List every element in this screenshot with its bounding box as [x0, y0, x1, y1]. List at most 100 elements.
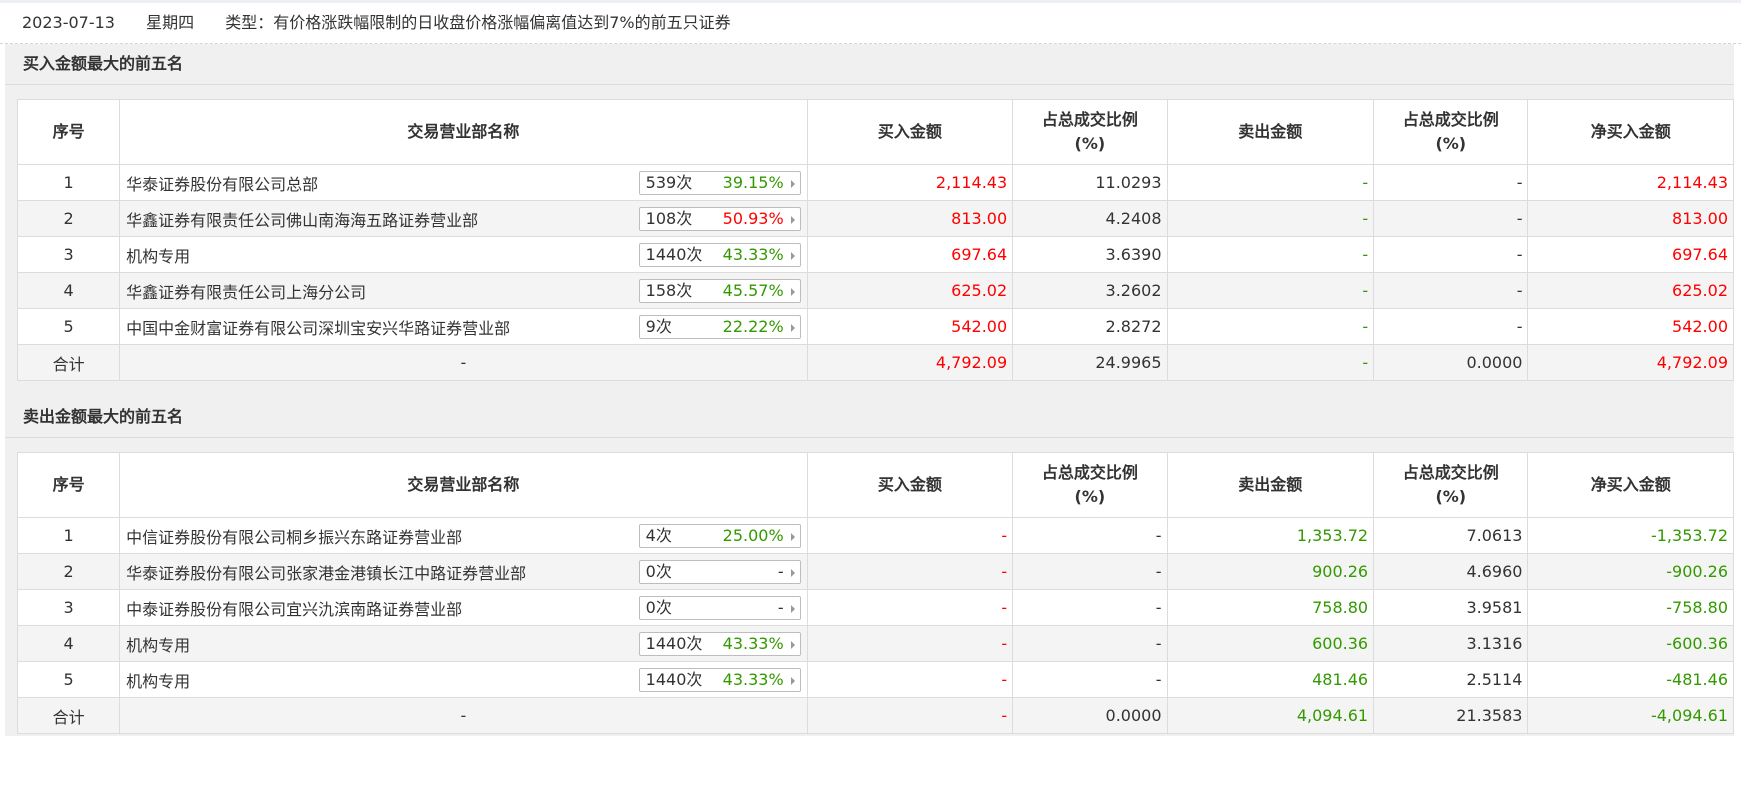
sell-amount: -	[1166, 164, 1375, 201]
dept-name-link[interactable]: 华泰证券股份有限公司总部	[126, 175, 318, 194]
rank-cell: 4	[16, 272, 121, 309]
list-count: 0次	[645, 562, 672, 581]
dept-name-link[interactable]: 华鑫证券有限责任公司佛山南海海五路证券营业部	[126, 211, 478, 230]
rise-probability: 39.15%	[722, 173, 784, 192]
sell-amount: 481.46	[1166, 661, 1375, 698]
rank-cell: 5	[16, 308, 121, 345]
rise-probability: 43.33%	[722, 670, 784, 689]
buy-ratio: 4.2408	[1012, 200, 1168, 237]
list-count: 1440次	[645, 634, 703, 653]
dept-stats-dropdown[interactable]: 1440次 43.33%	[638, 668, 801, 692]
sell-ratio: 2.5114	[1373, 661, 1529, 698]
total-sell-ratio: 21.3583	[1373, 697, 1529, 734]
dept-name-link[interactable]: 中泰证券股份有限公司宜兴氿滨南路证券营业部	[126, 600, 462, 619]
col-net: 净买入金额	[1527, 452, 1734, 518]
col-sell: 卖出金额	[1166, 452, 1375, 518]
buy-ratio: -	[1012, 517, 1168, 554]
rank-cell: 4	[16, 625, 121, 662]
net-amount: 542.00	[1527, 308, 1734, 345]
caret-right-icon	[790, 180, 795, 188]
net-amount: -481.46	[1527, 661, 1734, 698]
table-row: 1 中信证券股份有限公司桐乡振兴东路证券营业部 4次 25.00% - -1,353.72…	[16, 517, 1734, 554]
rank-cell: 3	[16, 236, 121, 273]
dept-stats-dropdown[interactable]: 4次 25.00%	[638, 524, 801, 548]
dept-name-link[interactable]: 中国中金财富证券有限公司深圳宝安兴华路证券营业部	[126, 319, 510, 338]
table-header-row: 序号 交易营业部名称 买入金额 占总成交比例 (%) 卖出金额 占总成交比例 (%)…	[16, 99, 1734, 165]
caret-right-icon	[790, 533, 795, 541]
caret-right-icon	[790, 288, 795, 296]
dept-name-link[interactable]: 机构专用	[126, 672, 190, 691]
sell-ratio: -	[1373, 236, 1529, 273]
dept-cell: 华泰证券股份有限公司总部 539次 39.15%	[119, 164, 808, 201]
total-net-amount: -4,094.61	[1527, 697, 1734, 734]
dept-name-link[interactable]: 机构专用	[126, 247, 190, 266]
net-amount: 697.64	[1527, 236, 1734, 273]
dept-stats-dropdown[interactable]: 1440次 43.33%	[638, 243, 801, 267]
sell-ratio: 3.9581	[1373, 589, 1529, 626]
list-count: 158次	[645, 281, 693, 300]
list-count: 9次	[645, 317, 672, 336]
dept-stats-dropdown[interactable]: 539次 39.15%	[638, 171, 801, 195]
net-amount: 813.00	[1527, 200, 1734, 237]
list-count: 1440次	[645, 245, 703, 264]
buy-amount: -	[806, 661, 1014, 698]
dept-cell: 华鑫证券有限责任公司佛山南海海五路证券营业部 108次 50.93%	[119, 200, 808, 237]
dept-name-link[interactable]: 华泰证券股份有限公司张家港金港镇长江中路证券营业部	[126, 564, 526, 583]
buy-amount: 813.00	[806, 200, 1014, 237]
sell-section-title: 卖出金额最大的前五名	[5, 397, 1734, 438]
dept-cell: 机构专用 1440次 43.33%	[119, 625, 808, 662]
sell-amount: -	[1166, 200, 1375, 237]
buy-amount: -	[806, 517, 1014, 554]
dept-stats-dropdown[interactable]: 108次 50.93%	[638, 207, 801, 231]
dept-stats-dropdown[interactable]: 0次 -	[638, 560, 801, 584]
col-rank: 序号	[16, 452, 121, 518]
total-row: 合计 - -0.0000 4,094.61 21.3583 -4,094.61	[16, 697, 1734, 734]
caret-right-icon	[790, 605, 795, 613]
trade-weekday: 星期四	[146, 13, 195, 32]
dept-stats-dropdown[interactable]: 0次 -	[638, 596, 801, 620]
dept-cell: 中泰证券股份有限公司宜兴氿滨南路证券营业部 0次 -	[119, 589, 808, 626]
total-buy-amount: 4,792.09	[806, 344, 1014, 381]
dept-cell: 华鑫证券有限责任公司上海分公司 158次 45.57%	[119, 272, 808, 309]
rank-cell: 1	[16, 517, 121, 554]
rise-probability: 43.33%	[722, 245, 784, 264]
col-dept: 交易营业部名称	[119, 452, 808, 518]
buy-ratio: 3.2602	[1012, 272, 1168, 309]
col-buy-pct: 占总成交比例 (%)	[1012, 99, 1168, 165]
table-row: 3 机构专用 1440次 43.33% 697.64 3.6390- -697.64	[16, 236, 1734, 273]
table-row: 5 机构专用 1440次 43.33% - -481.46 2.5114 -481.46	[16, 661, 1734, 698]
buy-ratio: -	[1012, 553, 1168, 590]
sell-ratio: -	[1373, 308, 1529, 345]
table-row: 4 华鑫证券有限责任公司上海分公司 158次 45.57% 625.02 3.2602- -…	[16, 272, 1734, 309]
total-net-amount: 4,792.09	[1527, 344, 1734, 381]
col-sell: 卖出金额	[1166, 99, 1375, 165]
dept-name-link[interactable]: 机构专用	[126, 636, 190, 655]
net-amount: 2,114.43	[1527, 164, 1734, 201]
dept-name-link[interactable]: 华鑫证券有限责任公司上海分公司	[126, 283, 366, 302]
dept-stats-dropdown[interactable]: 1440次 43.33%	[638, 632, 801, 656]
total-buy-ratio: 24.9965	[1012, 344, 1168, 381]
sell-ratio: 3.1316	[1373, 625, 1529, 662]
total-row: 合计 -4,792.09 24.9965-0.0000 4,792.09	[16, 344, 1734, 381]
table-header-row: 序号 交易营业部名称 买入金额 占总成交比例 (%) 卖出金额 占总成交比例 (%)…	[16, 452, 1734, 518]
net-amount: -600.36	[1527, 625, 1734, 662]
buy-amount: 697.64	[806, 236, 1014, 273]
col-buy-pct: 占总成交比例 (%)	[1012, 452, 1168, 518]
dept-stats-dropdown[interactable]: 9次 22.22%	[638, 315, 801, 339]
sell-ratio: -	[1373, 272, 1529, 309]
sell-amount: 600.36	[1166, 625, 1375, 662]
dept-cell: 中信证券股份有限公司桐乡振兴东路证券营业部 4次 25.00%	[119, 517, 808, 554]
caret-right-icon	[790, 216, 795, 224]
sell-amount: 1,353.72	[1166, 517, 1375, 554]
rise-probability: -	[777, 598, 784, 617]
sell-amount: -	[1166, 272, 1375, 309]
total-sell-ratio: 0.0000	[1373, 344, 1529, 381]
dept-name-link[interactable]: 中信证券股份有限公司桐乡振兴东路证券营业部	[126, 528, 462, 547]
caret-right-icon	[790, 641, 795, 649]
rise-probability: -	[777, 562, 784, 581]
table-row: 2 华鑫证券有限责任公司佛山南海海五路证券营业部 108次 50.93% 813.00 4…	[16, 200, 1734, 237]
rank-cell: 1	[16, 164, 121, 201]
buy-amount: -	[806, 553, 1014, 590]
table-row: 3 中泰证券股份有限公司宜兴氿滨南路证券营业部 0次 - - -758.80 3.9581-…	[16, 589, 1734, 626]
dept-stats-dropdown[interactable]: 158次 45.57%	[638, 279, 801, 303]
